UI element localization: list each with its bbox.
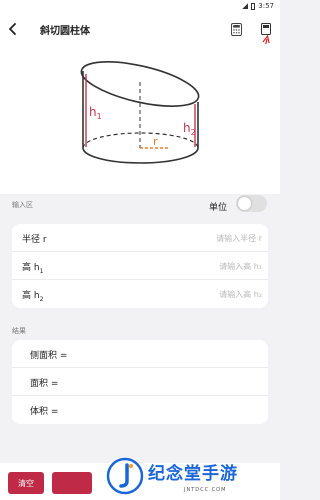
h2-field-label: 高 h2 [22,291,44,303]
unit-toggle[interactable] [236,195,267,212]
area-label: 面积 = [30,379,59,389]
radius-input-row: 半径 r [12,224,268,252]
oblique-cylinder-diagram: h1 h2 r [80,61,200,164]
h1-label: h1 [89,105,102,121]
signal-icon [242,3,249,9]
results-section-label: 结果 [12,327,26,335]
site-watermark: 纪念堂手游 JNTDCC.COM [106,455,280,500]
inputs-section-label: 输入区 [12,201,33,209]
lateral-area-row: 侧面积 = [12,340,268,368]
inputs-card: 半径 r 高 h1 高 h2 [12,224,268,308]
volume-row: 体积 = [12,396,268,424]
results-card: 侧面积 = 面积 = 体积 = [12,340,268,424]
h1-input[interactable] [142,256,262,276]
radius-input[interactable] [142,228,262,248]
status-icons: 3:57 [242,2,274,10]
page-title: 斜切圆柱体 [40,26,90,37]
h1-field-label: 高 h1 [22,263,44,275]
watermark-logo-icon [106,457,144,495]
h2-label: h2 [183,121,196,137]
back-arrow-icon[interactable] [6,21,20,37]
battery-icon [251,2,256,10]
area-row: 面积 = [12,368,268,396]
h1-input-row: 高 h1 [12,252,268,280]
toggle-knob [238,197,251,210]
watermark-sub: JNTDCC.COM [184,487,227,493]
h2-input-row: 高 h2 [12,280,268,308]
r-label: r [153,135,158,148]
watermark-brand: 纪念堂手游 [148,464,238,484]
status-bar: 3:57 [0,0,280,14]
h2-input[interactable] [142,284,262,304]
radius-label: 半径 r [22,235,47,245]
calculate-button[interactable] [52,472,92,494]
lateral-area-label: 侧面积 = [30,351,68,361]
app-bar: 斜切圆柱体 [0,14,280,44]
status-time: 3:57 [258,2,274,10]
volume-label: 体积 = [30,407,59,417]
figure-panel: h1 h2 r [0,44,280,194]
unit-label: 单位 [209,203,228,213]
clear-button[interactable]: 清空 [8,472,44,494]
calculator-icon[interactable] [231,23,242,36]
